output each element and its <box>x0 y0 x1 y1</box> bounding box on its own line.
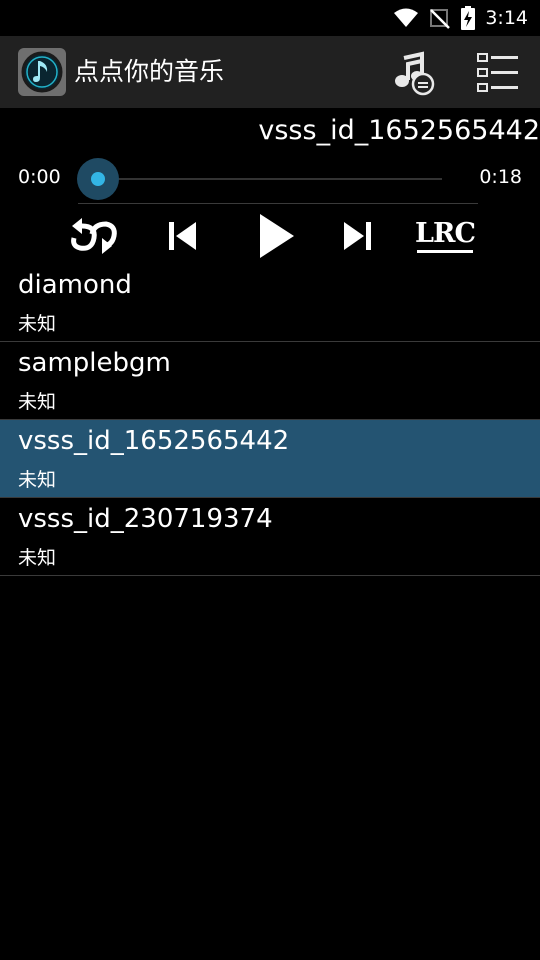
app-bar: 点点你的音乐 <box>0 36 540 108</box>
divider <box>78 203 478 204</box>
status-bar: 3:14 <box>0 0 540 36</box>
skip-next-icon <box>344 222 371 250</box>
seek-bar-track[interactable] <box>98 178 442 180</box>
wifi-icon <box>394 8 419 27</box>
lrc-label: LRC <box>415 218 476 249</box>
lyrics-button[interactable]: LRC <box>412 210 478 262</box>
song-artist: 未知 <box>18 313 57 335</box>
app-title: 点点你的音乐 <box>74 57 225 86</box>
skip-previous-icon <box>169 222 196 250</box>
list-menu-icon <box>477 53 518 92</box>
song-list: diamond 未知 samplebgm 未知 vsss_id_16525654… <box>0 264 540 576</box>
music-note-add-icon <box>395 51 435 96</box>
song-title: vsss_id_230719374 <box>18 504 273 534</box>
play-icon <box>260 214 294 258</box>
status-icons: 3:14 <box>393 0 528 36</box>
song-title: diamond <box>18 270 132 300</box>
current-time: 0:00 <box>18 166 61 188</box>
next-button[interactable] <box>334 210 380 262</box>
battery-charging-icon <box>461 6 476 30</box>
now-playing-title: vsss_id_1652565442 <box>258 115 540 146</box>
song-item-samplebgm[interactable]: samplebgm 未知 <box>0 342 540 420</box>
song-item-diamond[interactable]: diamond 未知 <box>0 264 540 342</box>
song-title: samplebgm <box>18 348 171 378</box>
repeat-loop-icon <box>71 218 117 254</box>
playlist-menu-button[interactable] <box>474 50 522 96</box>
seek-bar-thumb[interactable] <box>77 158 119 200</box>
song-item-vsss-id-230719374[interactable]: vsss_id_230719374 未知 <box>0 498 540 576</box>
song-artist: 未知 <box>18 547 57 569</box>
total-time: 0:18 <box>479 166 522 188</box>
add-music-button[interactable] <box>390 50 436 96</box>
previous-button[interactable] <box>160 210 206 262</box>
no-signal-icon <box>430 9 451 29</box>
song-item-vsss-id-1652565442[interactable]: vsss_id_1652565442 未知 <box>0 420 540 498</box>
song-artist: 未知 <box>18 469 57 491</box>
song-artist: 未知 <box>18 391 57 413</box>
app-logo-icon <box>18 48 66 96</box>
play-button[interactable] <box>246 210 306 262</box>
repeat-mode-button[interactable] <box>66 210 122 262</box>
status-time: 3:14 <box>485 7 528 29</box>
song-title: vsss_id_1652565442 <box>18 426 290 456</box>
lrc-underline <box>417 250 473 253</box>
